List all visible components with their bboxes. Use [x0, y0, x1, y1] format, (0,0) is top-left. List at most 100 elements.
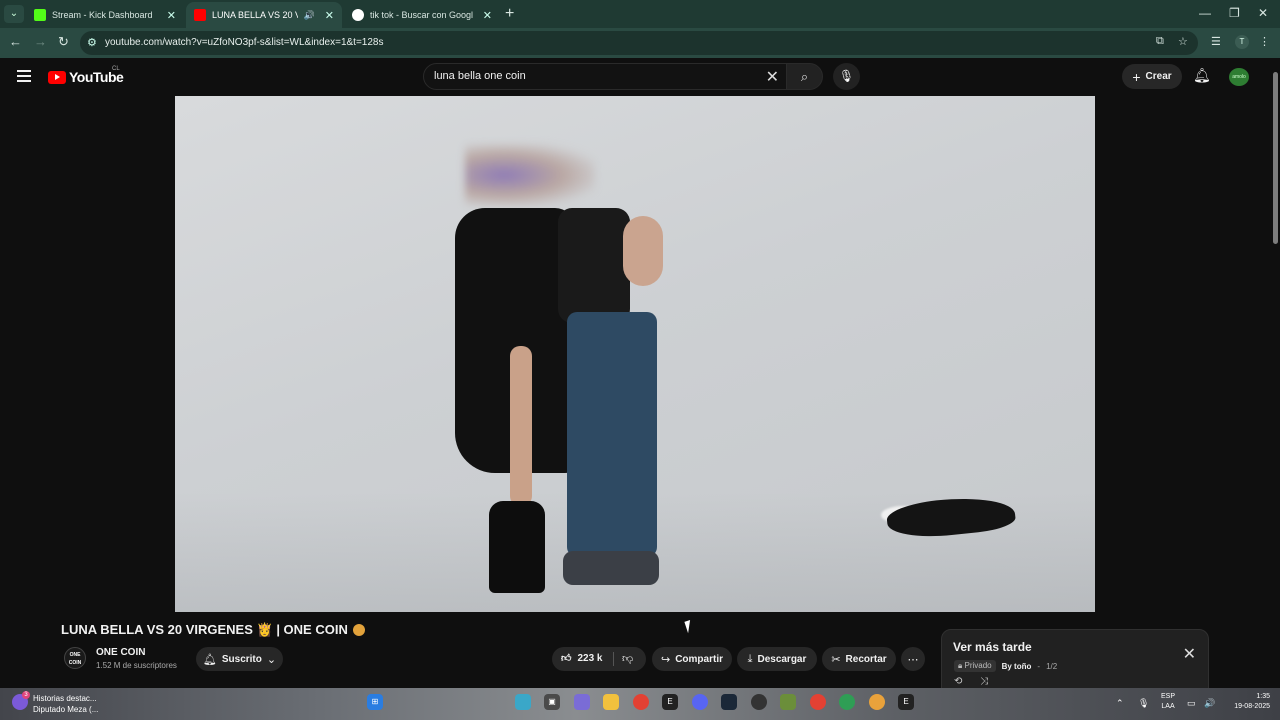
scrollbar-thumb[interactable]: [1273, 72, 1278, 244]
close-icon[interactable]: ✕: [483, 9, 492, 22]
restore-icon[interactable]: ❐: [1229, 6, 1240, 20]
network-icon[interactable]: ▭: [1187, 698, 1196, 709]
reload-icon[interactable]: ↻: [58, 34, 69, 50]
search-taskbar-icon[interactable]: [515, 694, 531, 710]
task-view-icon[interactable]: ▣: [544, 694, 560, 710]
voice-search-button[interactable]: 🎙: [833, 63, 860, 90]
playlist-meta: 🔒︎ Privado By toño - 1/2: [954, 660, 1057, 672]
chrome-profile-3-icon[interactable]: [869, 694, 885, 710]
close-icon[interactable]: ✕: [1183, 644, 1196, 664]
download-button[interactable]: ⤓ Descargar: [737, 647, 817, 671]
tab-title: Stream - Kick Dashboard: [52, 10, 153, 20]
playlist-title[interactable]: Ver más tarde: [953, 640, 1032, 654]
search-input[interactable]: luna bella one coin ✕: [423, 63, 788, 90]
share-icon: ↪: [660, 653, 671, 666]
shuffle-icon[interactable]: ⤨: [980, 676, 988, 687]
steam-icon[interactable]: [721, 694, 737, 710]
playlist-position: 1/2: [1046, 661, 1058, 671]
url-text: youtube.com/watch?v=uZfoNO3pf-s&list=WL&…: [105, 37, 384, 48]
discord-icon[interactable]: [692, 694, 708, 710]
like-count: 223 k: [577, 652, 603, 664]
language-indicator[interactable]: ESP LAA: [1161, 692, 1175, 712]
news-headline-1: Historias destac...: [33, 694, 97, 703]
share-label: Compartir: [675, 653, 723, 665]
kick-icon: [34, 9, 46, 21]
bell-icon: 🔔︎: [202, 653, 217, 666]
copilot-icon[interactable]: [574, 694, 590, 710]
close-icon[interactable]: ✕: [167, 9, 176, 22]
language-code: ESP: [1161, 693, 1176, 700]
download-label: Descargar: [757, 653, 807, 665]
browser-toolbar: ← → ↻ ⚙ youtube.com/watch?v=uZfoNO3pf-s&…: [0, 28, 1280, 58]
person-jeans: [567, 312, 657, 557]
install-app-icon[interactable]: ⧉: [1156, 35, 1164, 48]
window-close-icon[interactable]: ✕: [1258, 6, 1268, 20]
keyboard-layout: LAA: [1161, 703, 1175, 710]
video-title: LUNA BELLA VS 20 VIRGENES 👸 | ONE COIN: [61, 622, 366, 638]
subscribe-button[interactable]: 🔔︎ Suscrito ⌄: [196, 647, 283, 671]
minecraft-icon[interactable]: [780, 694, 796, 710]
site-info-icon[interactable]: ⚙: [87, 36, 97, 49]
search-button[interactable]: ⌕: [786, 63, 823, 90]
plus-icon: +: [1132, 68, 1141, 85]
playlist-panel: Ver más tarde 🔒︎ Privado By toño - 1/2 ✕…: [941, 629, 1209, 691]
chrome-profile-2-icon[interactable]: [839, 694, 855, 710]
like-button[interactable]: 👍︎ 223 k: [561, 652, 603, 665]
playlist-owner[interactable]: By toño: [1002, 662, 1032, 671]
clip-button[interactable]: ✂ Recortar: [822, 647, 896, 671]
speaker-icon[interactable]: 🔊: [304, 10, 315, 21]
browser-menu-icon[interactable]: ⋮: [1259, 35, 1270, 48]
notifications-bell-icon[interactable]: 🔔︎: [1193, 67, 1211, 84]
create-button[interactable]: + Crear: [1122, 64, 1182, 89]
news-widget[interactable]: Historias destac... Diputado Meza (...: [33, 693, 98, 715]
obs-icon[interactable]: [751, 694, 767, 710]
new-tab-button[interactable]: +: [505, 5, 514, 23]
epic-launcher-icon[interactable]: E: [898, 694, 914, 710]
forward-icon[interactable]: →: [34, 34, 47, 49]
reading-list-icon[interactable]: ☰: [1211, 35, 1221, 48]
microphone-tray-icon[interactable]: 🎙: [1138, 698, 1149, 709]
tab-search-button[interactable]: ⌄: [4, 5, 24, 23]
address-bar[interactable]: ⚙ youtube.com/watch?v=uZfoNO3pf-s&list=W…: [80, 31, 1198, 55]
clear-search-icon[interactable]: ✕: [766, 67, 779, 87]
channel-logo[interactable]: ONE COIN: [64, 647, 86, 669]
tab-kick-dashboard[interactable]: Stream - Kick Dashboard ✕: [26, 2, 184, 28]
profile-avatar[interactable]: T: [1235, 35, 1249, 49]
subscribe-label: Suscrito: [221, 653, 262, 665]
windows-start-icon[interactable]: ⊞: [367, 694, 383, 710]
bookmark-star-icon[interactable]: ☆: [1178, 35, 1188, 48]
privacy-label: Privado: [964, 661, 992, 670]
tab-google-search[interactable]: tik tok - Buscar con Google ✕: [344, 2, 500, 28]
channel-name[interactable]: ONE COIN: [96, 647, 145, 658]
thumbs-up-icon: 👍︎: [561, 653, 572, 664]
tray-overflow-icon[interactable]: ⌃: [1116, 698, 1124, 709]
file-explorer-icon[interactable]: [603, 694, 619, 710]
dislike-button[interactable]: 👎︎: [622, 652, 633, 665]
youtube-logo[interactable]: YouTube CL: [48, 66, 124, 85]
more-actions-button[interactable]: ⋯: [901, 647, 925, 671]
person-arm: [623, 216, 663, 286]
tab-title: LUNA BELLA VS 20 VIRGENES: [212, 10, 298, 20]
close-icon[interactable]: ✕: [325, 9, 334, 22]
hamburger-menu-icon[interactable]: [17, 70, 31, 85]
video-player[interactable]: [175, 96, 1095, 612]
google-icon: [352, 9, 364, 21]
subscriber-count: 1.52 M de suscriptores: [96, 661, 177, 670]
chrome-profile-icon[interactable]: [810, 694, 826, 710]
tab-youtube-video[interactable]: LUNA BELLA VS 20 VIRGENES 🔊 ✕: [186, 2, 342, 28]
back-icon[interactable]: ←: [9, 34, 22, 49]
chrome-icon[interactable]: [633, 694, 649, 710]
person-sneakers: [563, 551, 659, 585]
volume-icon[interactable]: 🔊: [1204, 698, 1215, 709]
loop-icon[interactable]: ⟲: [954, 676, 962, 687]
share-button[interactable]: ↪ Compartir: [652, 647, 732, 671]
system-clock[interactable]: 1:35 19-08-2025: [1226, 692, 1270, 712]
news-badge: 3: [22, 691, 30, 699]
like-dislike-bar: 👍︎ 223 k 👎︎: [552, 647, 646, 671]
scissors-icon: ✂: [831, 653, 841, 666]
person-tank-top: [558, 208, 630, 323]
epic-games-icon[interactable]: E: [662, 694, 678, 710]
minimize-icon[interactable]: —: [1199, 6, 1211, 20]
account-avatar[interactable]: amolo: [1229, 68, 1249, 86]
news-headline-2: Diputado Meza (...: [33, 705, 99, 714]
